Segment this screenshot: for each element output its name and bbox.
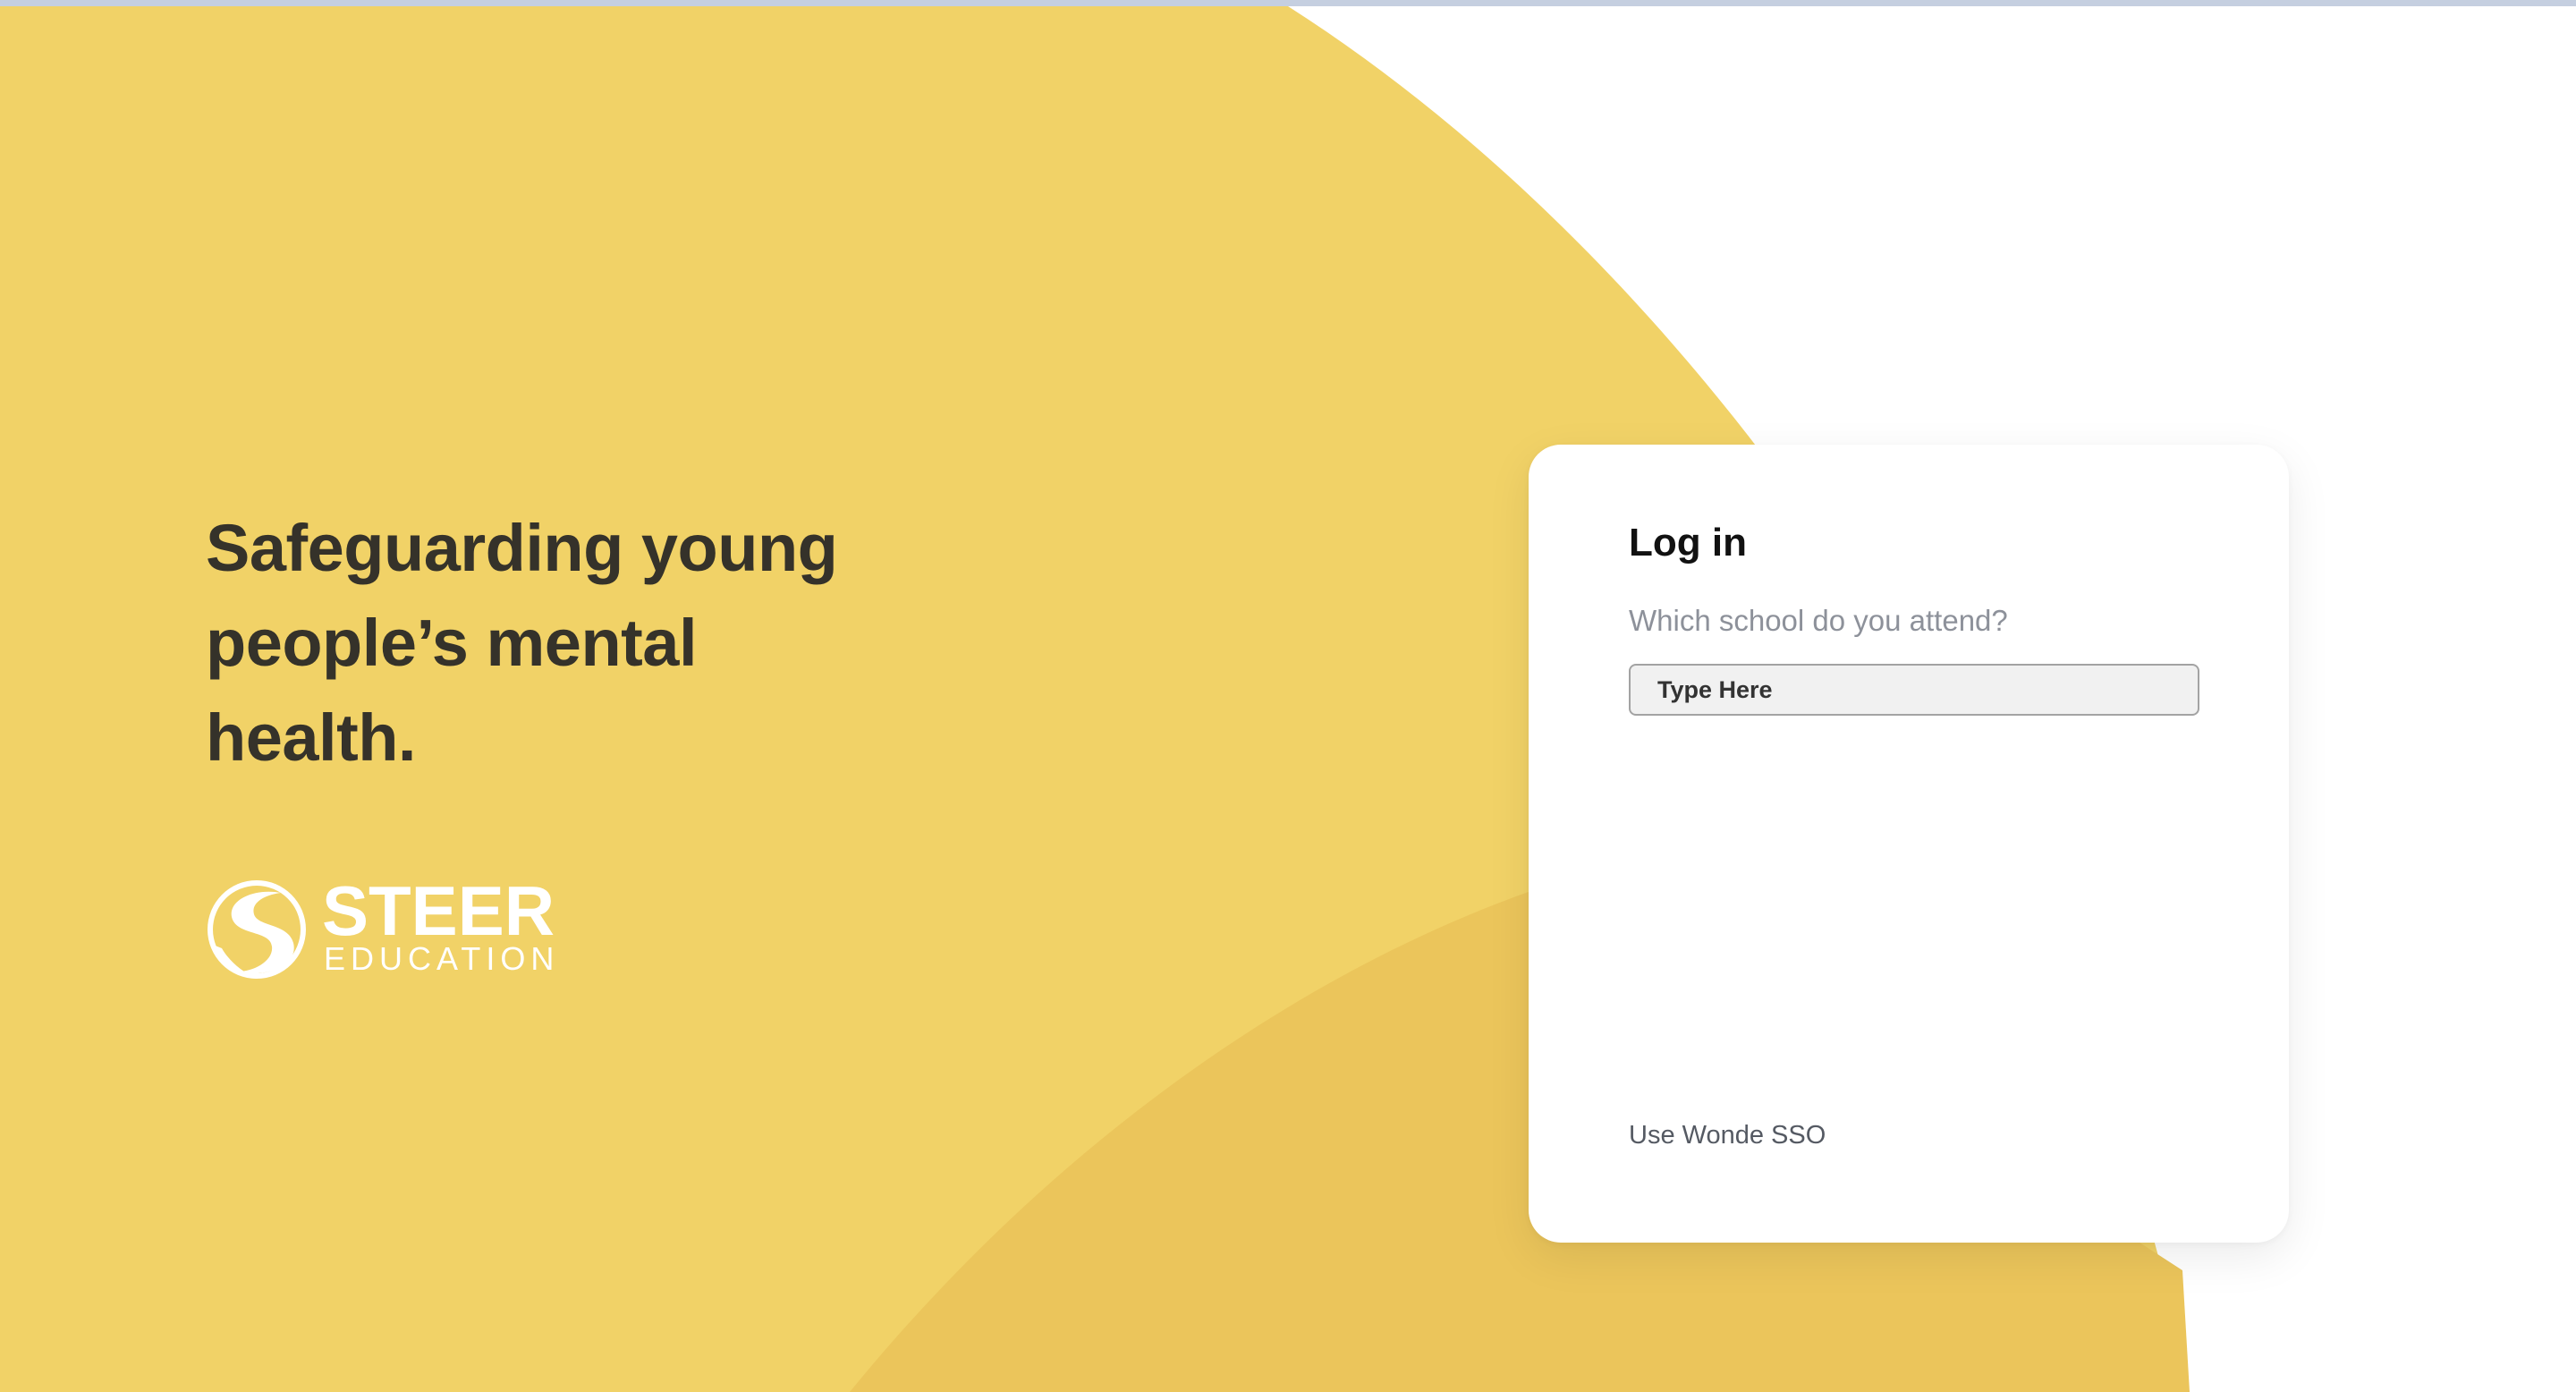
hero-section: Safeguarding young people’s mental healt…	[206, 501, 921, 785]
login-title: Log in	[1629, 521, 1747, 564]
wonde-sso-link[interactable]: Use Wonde SSO	[1629, 1117, 1826, 1153]
login-card: Log in Which school do you attend? Use W…	[1529, 445, 2289, 1243]
steer-road-s-icon	[208, 880, 306, 979]
school-search-input[interactable]	[1629, 664, 2199, 716]
steer-education-logo: STEER EDUCATION	[206, 871, 564, 982]
tagline-line: health.	[206, 700, 416, 775]
tagline-line: people’s mental	[206, 606, 698, 680]
brand-subtitle: EDUCATION	[324, 940, 560, 977]
login-page: Safeguarding young people’s mental healt…	[0, 0, 2576, 1392]
school-field-label: Which school do you attend?	[1629, 604, 2008, 637]
tagline-line: Safeguarding young	[206, 511, 838, 585]
tagline: Safeguarding young people’s mental healt…	[206, 501, 921, 785]
brand-name: STEER	[322, 871, 555, 950]
